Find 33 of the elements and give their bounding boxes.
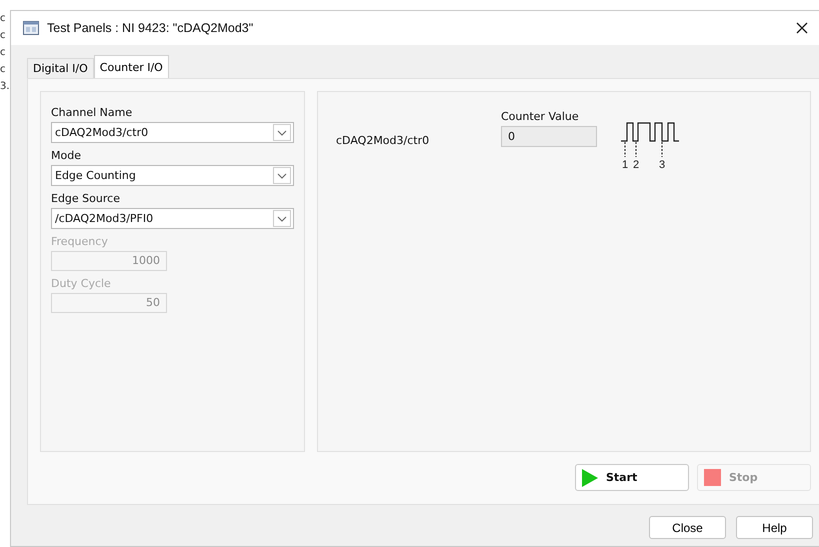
edge-number: 3 bbox=[658, 159, 666, 171]
pulse-waveform-drawing bbox=[621, 122, 679, 158]
background-text: 3. bbox=[0, 80, 10, 93]
edge-number: 2 bbox=[632, 159, 640, 171]
dialog-button[interactable]: Close bbox=[649, 516, 726, 539]
dialog-button[interactable]: Help bbox=[736, 516, 813, 539]
field-label: Mode bbox=[51, 149, 82, 163]
start-button[interactable]: Start bbox=[575, 464, 689, 491]
window-title: Test Panels : NI 9423: "cDAQ2Mod3" bbox=[47, 21, 254, 35]
edge-number: 1 bbox=[622, 159, 628, 171]
field-label: Counter Value bbox=[501, 110, 580, 123]
background-text: c bbox=[0, 29, 6, 42]
background-text: c bbox=[0, 46, 6, 59]
stop-icon bbox=[704, 469, 721, 486]
field-label: Duty Cycle bbox=[51, 277, 112, 291]
window-icon bbox=[23, 21, 39, 35]
dropdown[interactable]: Edge Counting bbox=[51, 165, 294, 186]
background-text: c bbox=[0, 63, 6, 76]
field-label: Channel Name bbox=[51, 106, 134, 120]
field-label: Frequency bbox=[51, 235, 109, 249]
chevron-down-icon bbox=[277, 172, 287, 178]
dropdown[interactable]: /cDAQ2Mod3/PFI0 bbox=[51, 208, 294, 229]
counter-value-field: 0 bbox=[501, 126, 597, 147]
chevron-down-icon bbox=[277, 130, 287, 136]
background-text: c bbox=[0, 12, 6, 25]
field-label: Edge Source bbox=[51, 192, 121, 206]
close-icon bbox=[796, 22, 808, 34]
play-icon bbox=[582, 468, 598, 486]
channel-label: cDAQ2Mod3/ctr0 bbox=[336, 134, 430, 147]
dropdown[interactable]: cDAQ2Mod3/ctr0 bbox=[51, 122, 294, 143]
tab[interactable]: Digital I/O bbox=[27, 58, 94, 78]
tab[interactable]: Counter I/O bbox=[94, 55, 169, 78]
chevron-down-icon bbox=[277, 216, 287, 222]
